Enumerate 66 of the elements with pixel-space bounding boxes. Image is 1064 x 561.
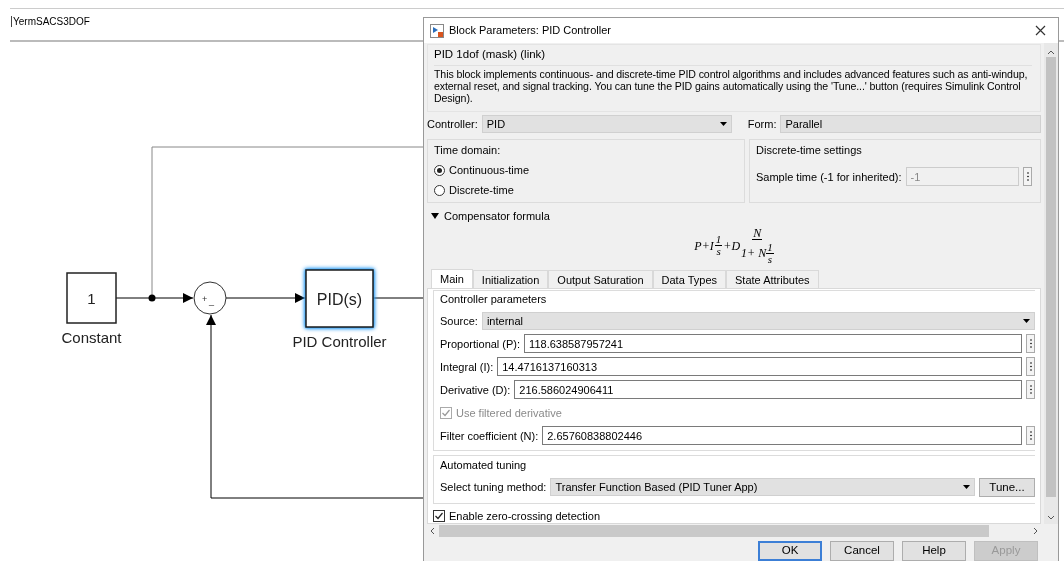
dots-icon [1029,431,1032,441]
options-button[interactable] [1026,357,1035,377]
form-field[interactable]: Parallel [780,115,1041,134]
checkbox[interactable] [433,510,445,523]
block-description: This block implements continuous- and discrete-time PID control algorithms and includes advanced features such as anti-windup, external reset, and signal tracking. You can tune the PID gains automatically using the 'Tune...' button (requires Simulink Control Design). [434,69,1029,105]
input-field[interactable]: 118.638587957241 [524,334,1022,354]
options-button[interactable] [1026,334,1035,354]
radio-button[interactable] [434,164,445,176]
group-title: Automated tuning [440,458,528,474]
group-title: Discrete-time settings [756,142,863,158]
junction-dot [148,294,156,302]
field-label: Form: [747,117,777,133]
block-parameters-icon [430,23,444,38]
dialog-button[interactable]: Help [902,541,966,561]
controller-dropdown[interactable]: PID [481,115,732,134]
radio-button[interactable] [434,184,445,196]
tab[interactable]: Initialization [472,269,549,288]
field-label: Integral (I): [440,359,494,375]
dialog-button[interactable]: Cancel [830,541,894,561]
mask-title: PID 1dof (mask) (link) [434,45,1032,67]
field-label: Source: [440,313,478,329]
caret-icon [963,485,970,490]
sign-label: + [202,294,208,304]
field-label: Sample time (-1 for inherited): [756,169,902,185]
dialog-button[interactable]: OK [758,541,822,561]
field-label: Controller: [427,117,478,133]
group-title: Controller parameters [440,291,548,307]
block-text: 1 [87,290,96,307]
dots-icon [1029,385,1032,395]
group-title: Time domain: [434,142,502,158]
field-label: Proportional (P): [440,336,521,352]
dialog-title: Block Parameters: PID Controller [449,23,612,39]
options-button[interactable] [1026,426,1035,446]
input-field[interactable]: 14.4716137160313 [497,357,1022,377]
checkbox-label: Enable zero-crossing detection [449,508,601,523]
input-field[interactable]: 216.586024906411 [514,380,1022,400]
field-label: Filter coefficient (N): [440,428,539,444]
tab[interactable]: Data Types [652,269,726,288]
close-icon[interactable] [1035,25,1046,36]
dots-icon [1026,172,1029,182]
source-dropdown[interactable]: internal [481,311,1035,330]
radio-label: Continuous-time [449,163,530,179]
model-tab-title[interactable]: YermSACS3DOF [11,16,90,27]
tuning-method-dropdown[interactable]: Transfer Function Based (PID Tuner App) [550,478,975,497]
radio-label: Discrete-time [449,183,514,199]
sign-label: _ [209,296,214,306]
vertical-scrollbar[interactable] [1044,43,1058,524]
caret-icon [1023,318,1030,323]
tab[interactable]: State Attributes [726,269,819,288]
dots-icon [1029,362,1032,372]
options-button[interactable] [1026,380,1035,400]
section-title: Compensator formula [444,208,550,224]
block-label: Constant [61,329,122,346]
tab[interactable]: Main [431,268,473,288]
caret-icon [719,122,727,127]
checkbox-label: Use filtered derivative [456,405,562,421]
field-label: Select tuning method: [440,480,547,496]
input-field[interactable]: 2.65760838802446 [542,426,1022,446]
block-label: PID Controller [292,333,387,350]
field-label: Derivative (D): [440,382,511,398]
expand-triangle-icon[interactable] [431,212,439,219]
options-button[interactable] [1023,167,1032,187]
block-text: PID(s) [316,290,363,308]
dots-icon [1029,339,1032,349]
tune-button[interactable]: Tune... [979,477,1035,497]
tab[interactable]: Output Saturation [548,269,653,288]
